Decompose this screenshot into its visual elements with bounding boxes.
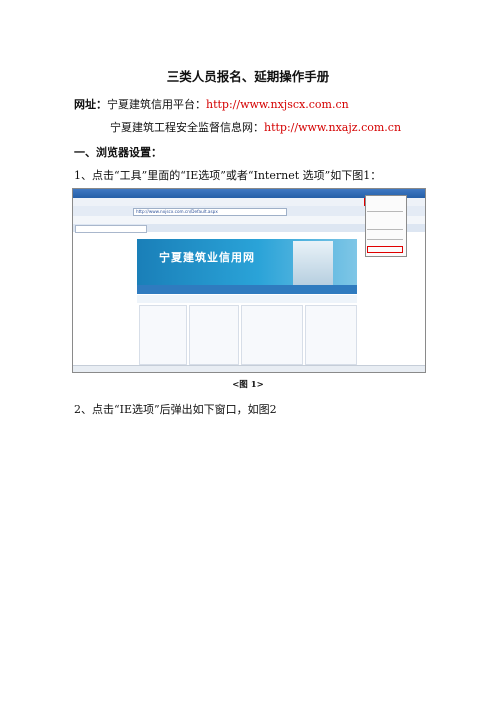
status-bar bbox=[73, 365, 425, 372]
menu-separator bbox=[367, 239, 403, 240]
site1-link[interactable]: http://www.nxjscx.com.cn bbox=[206, 98, 349, 111]
step-2-text: 2、点击“IE选项”后弹出如下窗口，如图2 bbox=[74, 403, 277, 416]
site-search-row bbox=[137, 295, 357, 303]
building-image bbox=[293, 241, 333, 285]
site1-name: 宁夏建筑信用平台： bbox=[107, 98, 206, 111]
website-line: 网址：宁夏建筑信用平台：http://www.nxjscx.com.cn bbox=[74, 96, 349, 112]
site2-line: 宁夏建筑工程安全监督信息网：http://www.nxajz.com.cn bbox=[110, 119, 401, 135]
site2-name: 宁夏建筑工程安全监督信息网： bbox=[110, 121, 264, 134]
site-nav bbox=[137, 285, 357, 294]
step-1-text: 1、点击“工具”里面的“IE选项”或者“Internet 选项”如下图1： bbox=[74, 169, 382, 182]
browser-tab bbox=[75, 225, 147, 233]
figure-caption: <图 1> bbox=[232, 380, 264, 390]
address-field: http://www.nxjscx.com.cn/Default.aspx bbox=[133, 208, 287, 216]
news-list-column bbox=[241, 305, 303, 365]
internet-options-highlight bbox=[367, 246, 403, 253]
menu-separator bbox=[367, 229, 403, 230]
section-heading: 一、浏览器设置： bbox=[74, 146, 162, 159]
right-column bbox=[305, 305, 357, 365]
menu-separator bbox=[367, 211, 403, 212]
browser-screenshot-figure: http://www.nxjscx.com.cn/Default.aspx 宁夏… bbox=[72, 188, 426, 373]
document-title: 三类人员报名、延期操作手册 bbox=[166, 69, 330, 84]
news-image-column bbox=[189, 305, 239, 365]
site2-link[interactable]: http://www.nxajz.com.cn bbox=[264, 121, 401, 134]
website-label: 网址： bbox=[74, 98, 107, 111]
left-column bbox=[139, 305, 187, 365]
banner-title: 宁夏建筑业信用网 bbox=[159, 251, 255, 264]
